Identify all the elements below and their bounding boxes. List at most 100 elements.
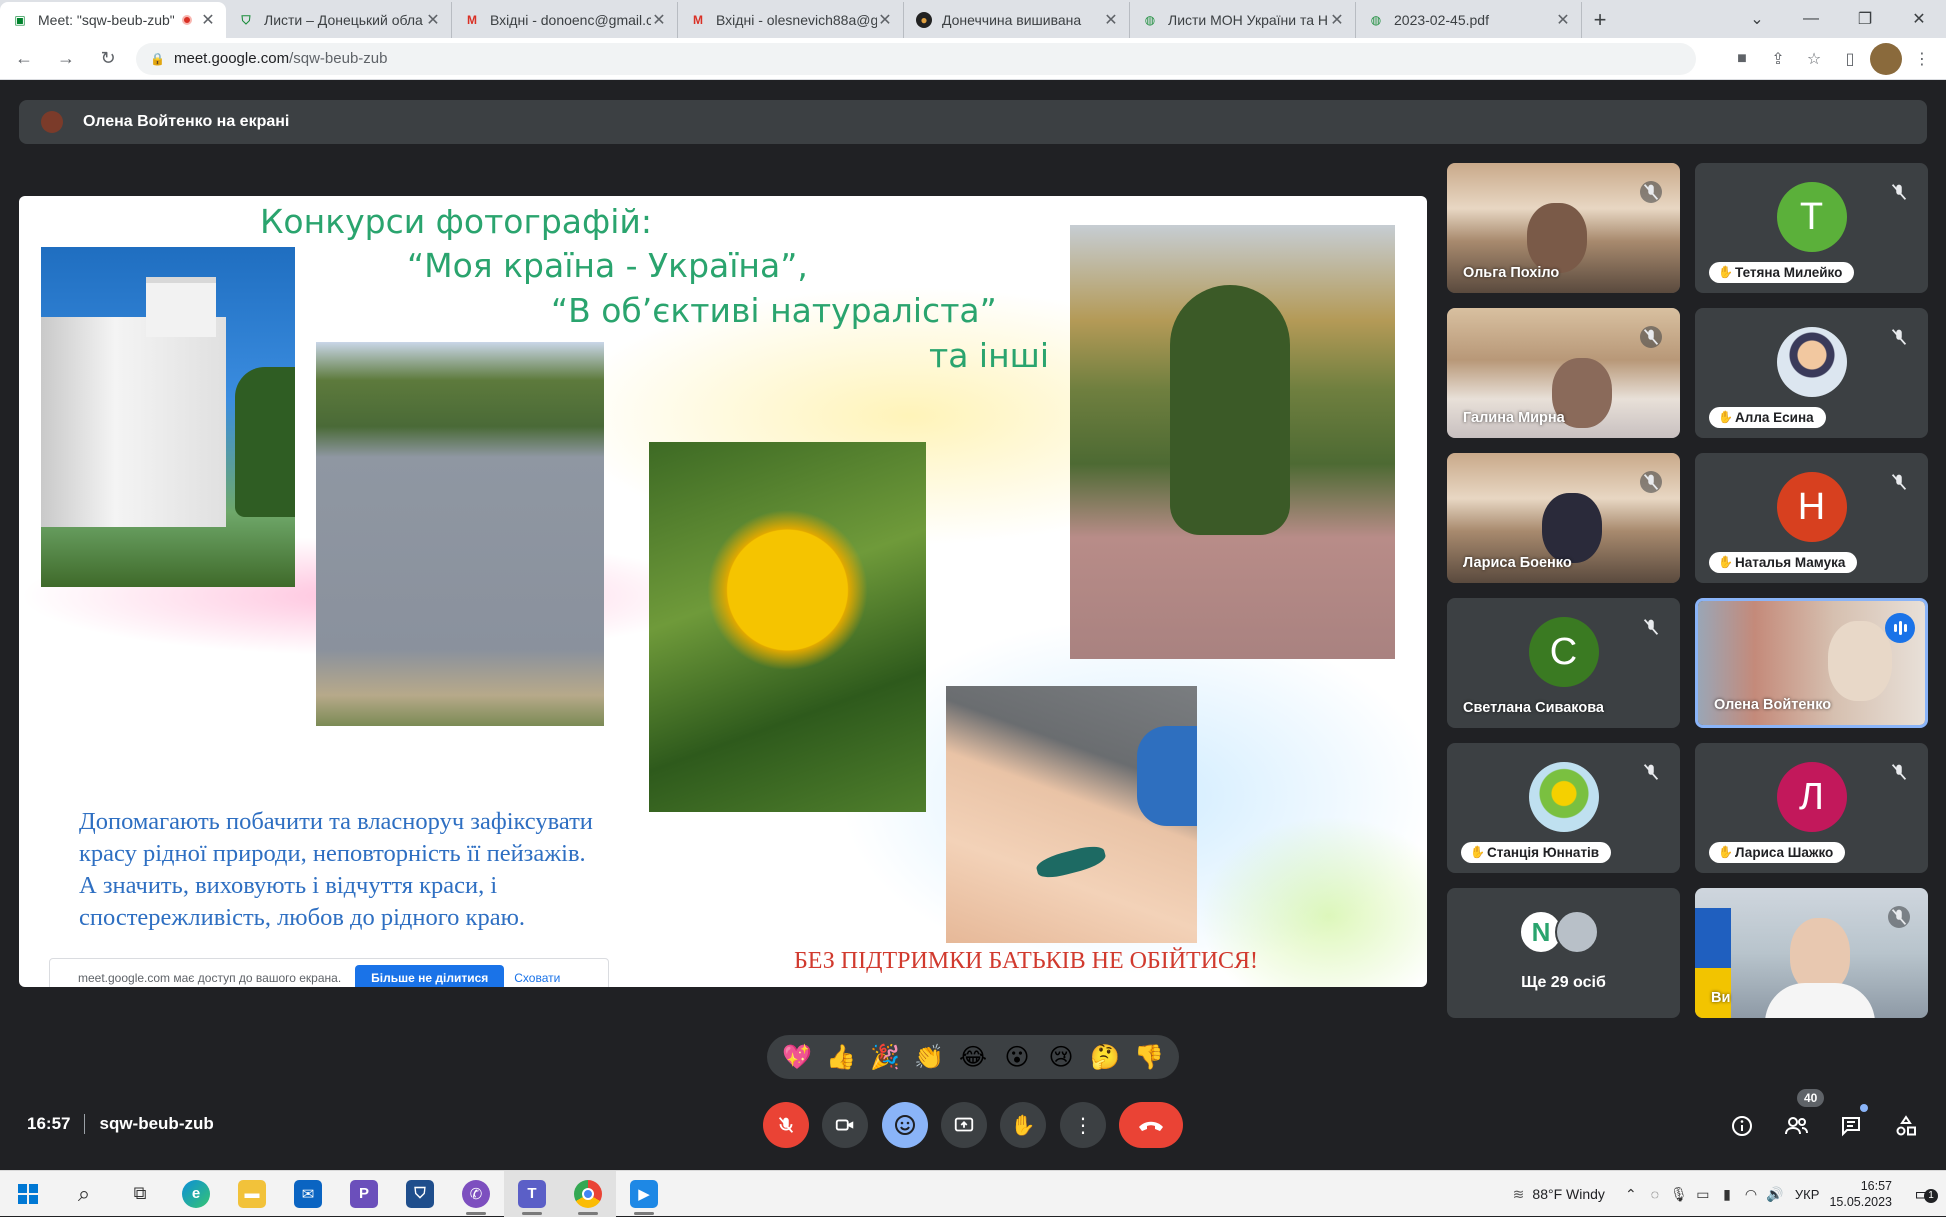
weather-widget[interactable]: ≋ 88°F Windy — [1513, 1186, 1605, 1203]
mic-off-icon — [1888, 761, 1910, 783]
taskbar-defender[interactable]: ⛉ — [392, 1171, 448, 1217]
taskbar-viber[interactable]: ✆ — [448, 1171, 504, 1217]
participant-tile-active-speaker[interactable]: Олена Войтенко — [1695, 598, 1928, 728]
forward-icon[interactable]: → — [48, 41, 84, 77]
address-bar[interactable]: 🔒 meet.google.com /sqw-beub-zub — [136, 42, 1696, 75]
tab-donechchyna[interactable]: ● Донеччина вишивана ✕ — [904, 2, 1130, 38]
mic-off-icon — [1888, 906, 1910, 928]
mic-toggle-button[interactable] — [763, 1102, 809, 1148]
reaction-party-button[interactable]: 🎉 — [866, 1043, 904, 1072]
more-participants-tile[interactable]: N Ще 29 осіб — [1447, 888, 1680, 1018]
minimize-icon[interactable]: — — [1784, 0, 1838, 38]
battery-icon[interactable]: ▮ — [1715, 1186, 1739, 1203]
chevron-up-icon[interactable]: ⌃ — [1619, 1186, 1643, 1203]
participant-tile[interactable]: Л ✋ Лариса Шажко — [1695, 743, 1928, 873]
new-tab-button[interactable]: + — [1582, 2, 1618, 38]
keyboard-language[interactable]: УКР — [1795, 1187, 1820, 1202]
more-options-button[interactable]: ⋮ — [1060, 1102, 1106, 1148]
mic-off-icon — [1888, 471, 1910, 493]
people-button[interactable] — [1776, 1106, 1816, 1146]
tab-gmail-donoenc[interactable]: M Вхідні - donoenc@gmail.c ✕ — [452, 2, 678, 38]
bookmark-star-icon[interactable]: ☆ — [1798, 43, 1830, 75]
tab-lysty-donetskyi[interactable]: ⛉ Листи – Донецький обла ✕ — [226, 2, 452, 38]
participant-tile[interactable]: ✋ Алла Есина — [1695, 308, 1928, 438]
tab-gmail-olesnevich[interactable]: M Вхідні - olesnevich88a@g ✕ — [678, 2, 904, 38]
start-button[interactable] — [0, 1171, 56, 1217]
side-panel-icon[interactable]: ▯ — [1834, 43, 1866, 75]
reload-icon[interactable]: ↻ — [90, 41, 126, 77]
taskbar-app-blue[interactable]: ▶ — [616, 1171, 672, 1217]
people-icon — [1785, 1117, 1808, 1135]
task-view-button[interactable]: ⧉ — [112, 1171, 168, 1217]
taskbar-teams[interactable]: T — [504, 1170, 560, 1217]
close-window-icon[interactable]: ✕ — [1892, 0, 1946, 38]
close-tab-icon[interactable]: ✕ — [1555, 10, 1571, 30]
mic-icon[interactable]: 🎙 — [1667, 1186, 1691, 1203]
stop-sharing-button[interactable]: Більше не ділитися — [355, 965, 505, 987]
close-tab-icon[interactable]: ✕ — [200, 10, 216, 30]
lock-icon[interactable]: 🔒 — [150, 52, 165, 66]
meeting-details-button[interactable] — [1722, 1106, 1762, 1146]
participant-name: Тетяна Милейко — [1735, 265, 1843, 280]
menu-dots-icon[interactable]: ⋮ — [1906, 43, 1938, 75]
self-view-tile[interactable]: Ви — [1695, 888, 1928, 1018]
close-tab-icon[interactable]: ✕ — [1103, 10, 1119, 30]
participant-tile[interactable]: Ольга Похіло — [1447, 163, 1680, 293]
mic-off-icon — [778, 1117, 794, 1133]
participant-tile[interactable]: Т ✋ Тетяна Милейко — [1695, 163, 1928, 293]
reaction-surprised-button[interactable]: 😮 — [998, 1043, 1036, 1072]
reactions-button[interactable] — [882, 1102, 928, 1148]
share-icon[interactable]: ⇪ — [1762, 43, 1794, 75]
reaction-thinking-button[interactable]: 🤔 — [1086, 1043, 1124, 1072]
taskbar-mail[interactable]: ✉ — [280, 1171, 336, 1217]
profile-avatar[interactable] — [1870, 42, 1902, 75]
windows-logo-icon — [18, 1183, 38, 1204]
participant-tile[interactable]: Лариса Боенко — [1447, 453, 1680, 583]
restore-icon[interactable]: ❐ — [1838, 0, 1892, 38]
tab-title: Листи МОН України та Н — [1168, 12, 1329, 28]
taskbar-edge[interactable]: e — [168, 1171, 224, 1217]
search-button[interactable]: ⌕ — [56, 1171, 112, 1217]
volume-icon[interactable]: 🔊 — [1763, 1186, 1787, 1203]
tab-meet[interactable]: ▣ Meet: "sqw-beub-zub" ✕ — [0, 2, 226, 38]
display-icon[interactable]: ▭ — [1691, 1186, 1715, 1203]
chat-icon — [1842, 1117, 1860, 1137]
participant-name-pill: ✋ Наталья Мамука — [1709, 552, 1858, 573]
tab-search-icon[interactable]: ⌄ — [1730, 0, 1784, 38]
close-tab-icon[interactable]: ✕ — [877, 10, 893, 30]
participant-name: Галина Мирна — [1463, 410, 1565, 426]
reaction-clap-button[interactable]: 👏 — [910, 1043, 948, 1072]
camera-indicator-icon[interactable]: ■ — [1726, 43, 1758, 75]
present-screen-button[interactable] — [941, 1102, 987, 1148]
reaction-thumbs-down-button[interactable]: 👎 — [1130, 1043, 1168, 1072]
hide-notice-link[interactable]: Сховати — [514, 971, 560, 985]
reaction-sad-button[interactable]: 😢 — [1042, 1043, 1080, 1072]
chat-button[interactable] — [1831, 1106, 1871, 1146]
network-icon[interactable]: ◌ — [1643, 1186, 1667, 1202]
back-icon[interactable]: ← — [6, 41, 42, 77]
reaction-heart-button[interactable]: 💖 — [778, 1043, 816, 1072]
reaction-laugh-button[interactable]: 😂 — [954, 1043, 992, 1072]
camera-icon — [835, 1119, 854, 1131]
tab-lysty-mon[interactable]: ◍ Листи МОН України та Н ✕ — [1130, 2, 1356, 38]
participant-tile[interactable]: ✋ Станція Юннатів — [1447, 743, 1680, 873]
close-tab-icon[interactable]: ✕ — [1329, 10, 1345, 30]
leave-call-button[interactable] — [1119, 1102, 1183, 1148]
taskbar-chrome[interactable] — [560, 1170, 616, 1217]
participant-tile[interactable]: Н ✋ Наталья Мамука — [1695, 453, 1928, 583]
wifi-icon[interactable]: ◠ — [1739, 1186, 1763, 1203]
clock[interactable]: 16:57 15.05.2023 — [1829, 1178, 1892, 1210]
activities-button[interactable] — [1886, 1106, 1926, 1146]
participant-tile[interactable]: С Светлана Сивакова — [1447, 598, 1680, 728]
camera-toggle-button[interactable] — [822, 1102, 868, 1148]
tab-pdf[interactable]: ◍ 2023-02-45.pdf ✕ — [1356, 2, 1582, 38]
notifications-button[interactable]: ▭ 1 — [1906, 1184, 1940, 1205]
reaction-thumbs-up-button[interactable]: 👍 — [822, 1043, 860, 1072]
taskbar-app-p[interactable]: P — [336, 1171, 392, 1217]
raise-hand-button[interactable]: ✋ — [1000, 1102, 1046, 1148]
close-tab-icon[interactable]: ✕ — [425, 10, 441, 30]
taskbar-explorer[interactable]: ▬ — [224, 1171, 280, 1217]
tab-title: 2023-02-45.pdf — [1394, 12, 1489, 28]
participant-tile[interactable]: Галина Мирна — [1447, 308, 1680, 438]
close-tab-icon[interactable]: ✕ — [651, 10, 667, 30]
